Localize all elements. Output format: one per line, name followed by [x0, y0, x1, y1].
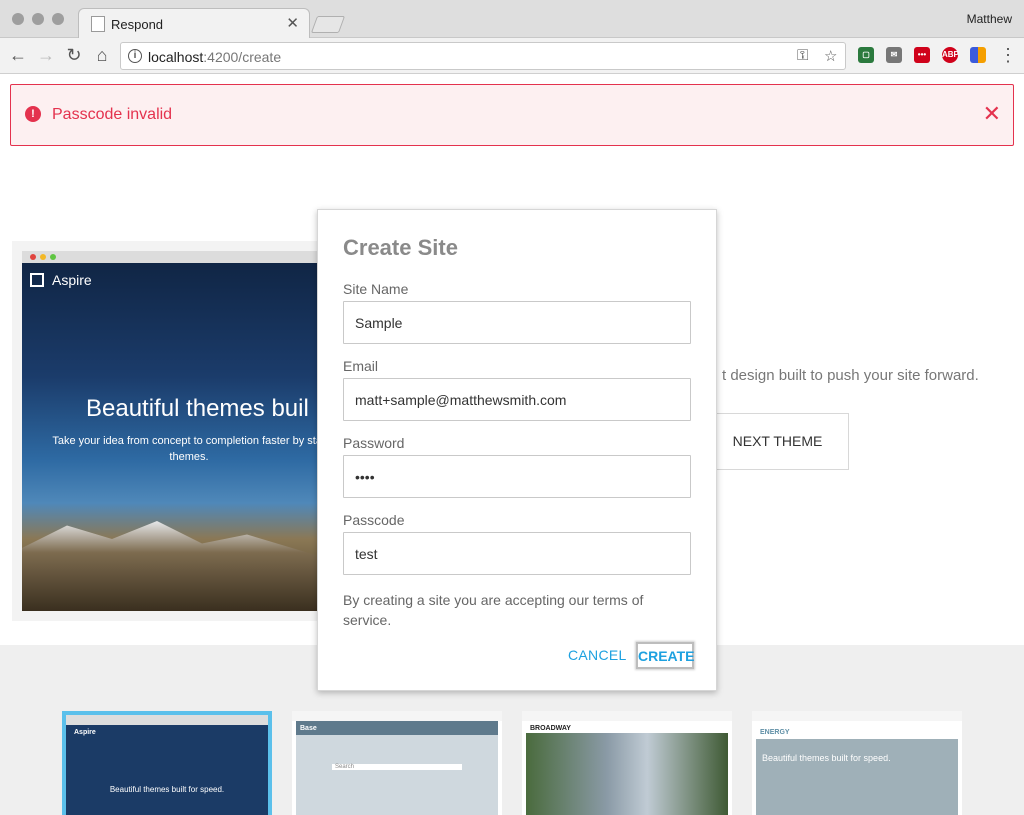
cancel-button[interactable]: CANCEL: [568, 647, 627, 663]
preview-headline: Beautiful themes buil: [86, 395, 309, 422]
browser-tab-bar: Respond ✕ Matthew: [0, 0, 1024, 39]
email-field[interactable]: [343, 378, 691, 421]
theme-thumb-aspire[interactable]: Aspire Beautiful themes built for speed.: [62, 711, 272, 815]
info-icon[interactable]: i: [128, 49, 142, 63]
alert-message: Passcode invalid: [52, 106, 173, 123]
preview-subtext: Take your idea from concept to completio…: [52, 435, 322, 463]
address-bar[interactable]: i localhost:4200/create ⚿ ☆: [120, 42, 846, 70]
theme-thumb-energy[interactable]: ENERGY Beautiful themes built for speed.: [752, 711, 962, 815]
page-icon: [91, 16, 105, 32]
screenshot-extension-icon[interactable]: ▢: [858, 47, 874, 63]
passcode-label: Passcode: [343, 512, 405, 528]
site-name-input[interactable]: [343, 301, 691, 344]
extension-icon[interactable]: [970, 47, 986, 63]
close-icon[interactable]: ✕: [983, 101, 1001, 127]
terms-text: By creating a site you are accepting our…: [343, 592, 644, 628]
maximize-window-button[interactable]: [52, 13, 64, 25]
theme-name: Aspire: [52, 272, 92, 288]
close-window-button[interactable]: [12, 13, 24, 25]
url-text[interactable]: localhost:4200/create: [148, 49, 281, 65]
reload-icon[interactable]: ↻: [64, 44, 84, 66]
theme-tagline: t design built to push your site forward…: [722, 367, 979, 384]
mountain-image: [22, 521, 322, 611]
email-label: Email: [343, 358, 379, 374]
new-tab-button[interactable]: [310, 16, 346, 33]
page-content: respond Aspire Beautiful themes buil Tak…: [0, 75, 1024, 815]
key-icon[interactable]: ⚿: [797, 47, 808, 64]
mail-extension-icon[interactable]: ✉: [886, 47, 902, 63]
error-alert: ! Passcode invalid ✕: [10, 84, 1014, 146]
next-theme-button[interactable]: NEXT THEME: [706, 413, 849, 470]
adblock-extension-icon[interactable]: ABP: [942, 47, 959, 63]
browser-tab[interactable]: Respond ✕: [78, 8, 310, 39]
theme-thumb-base[interactable]: Base Search: [292, 711, 502, 815]
star-icon[interactable]: ☆: [824, 47, 837, 65]
home-icon[interactable]: ⌂: [92, 44, 112, 66]
aspire-logo-icon: [30, 273, 44, 287]
theme-preview-image: Aspire Beautiful themes buil Take your i…: [22, 251, 322, 611]
create-button[interactable]: CREATE: [636, 642, 695, 669]
browser-toolbar: ← → ↻ ⌂ i localhost:4200/create ⚿ ☆ ▢ ✉ …: [0, 38, 1024, 74]
password-label: Password: [343, 435, 405, 451]
tab-title: Respond: [111, 17, 164, 32]
lastpass-extension-icon[interactable]: •••: [914, 47, 930, 63]
create-site-dialog: Create Site Site Name Email Password Pas…: [317, 209, 717, 691]
password-field[interactable]: [343, 455, 691, 498]
minimize-window-button[interactable]: [32, 13, 44, 25]
menu-icon[interactable]: ⋮: [998, 44, 1018, 66]
theme-thumb-broadway[interactable]: BROADWAY: [522, 711, 732, 815]
error-icon: !: [25, 106, 41, 122]
passcode-field[interactable]: [343, 532, 691, 575]
theme-preview: Aspire Beautiful themes buil Take your i…: [12, 241, 332, 621]
back-arrow-icon[interactable]: ←: [8, 44, 28, 66]
site-name-label: Site Name: [343, 281, 409, 297]
close-icon[interactable]: ✕: [286, 14, 299, 32]
dialog-title: Create Site: [343, 235, 458, 260]
profile-name[interactable]: Matthew: [967, 12, 1012, 26]
forward-arrow-icon[interactable]: →: [36, 44, 56, 66]
